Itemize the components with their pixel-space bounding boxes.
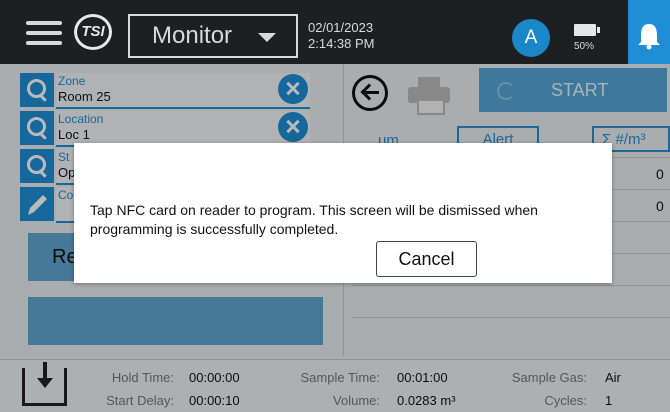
chevron-down-icon: [258, 33, 276, 42]
user-avatar[interactable]: A: [512, 19, 550, 57]
battery-percent: 50%: [574, 41, 595, 52]
date-text: 02/01/2023: [308, 20, 374, 35]
bell-icon: [638, 24, 660, 50]
battery-icon: [574, 24, 600, 36]
mode-dropdown-label: Monitor: [152, 22, 233, 49]
cancel-button[interactable]: Cancel: [376, 241, 477, 277]
dialog-message: Tap NFC card on reader to program. This …: [90, 202, 538, 237]
mode-dropdown[interactable]: Monitor: [128, 14, 298, 58]
datetime-display: 02/01/2023 2:14:38 PM: [308, 20, 375, 52]
tsi-logo: TSI: [74, 14, 112, 50]
nfc-dialog: Tap NFC card on reader to program. This …: [74, 143, 612, 283]
menu-icon[interactable]: [26, 21, 62, 45]
alarm-button[interactable]: [628, 0, 670, 64]
time-text: 2:14:38 PM: [308, 36, 375, 51]
